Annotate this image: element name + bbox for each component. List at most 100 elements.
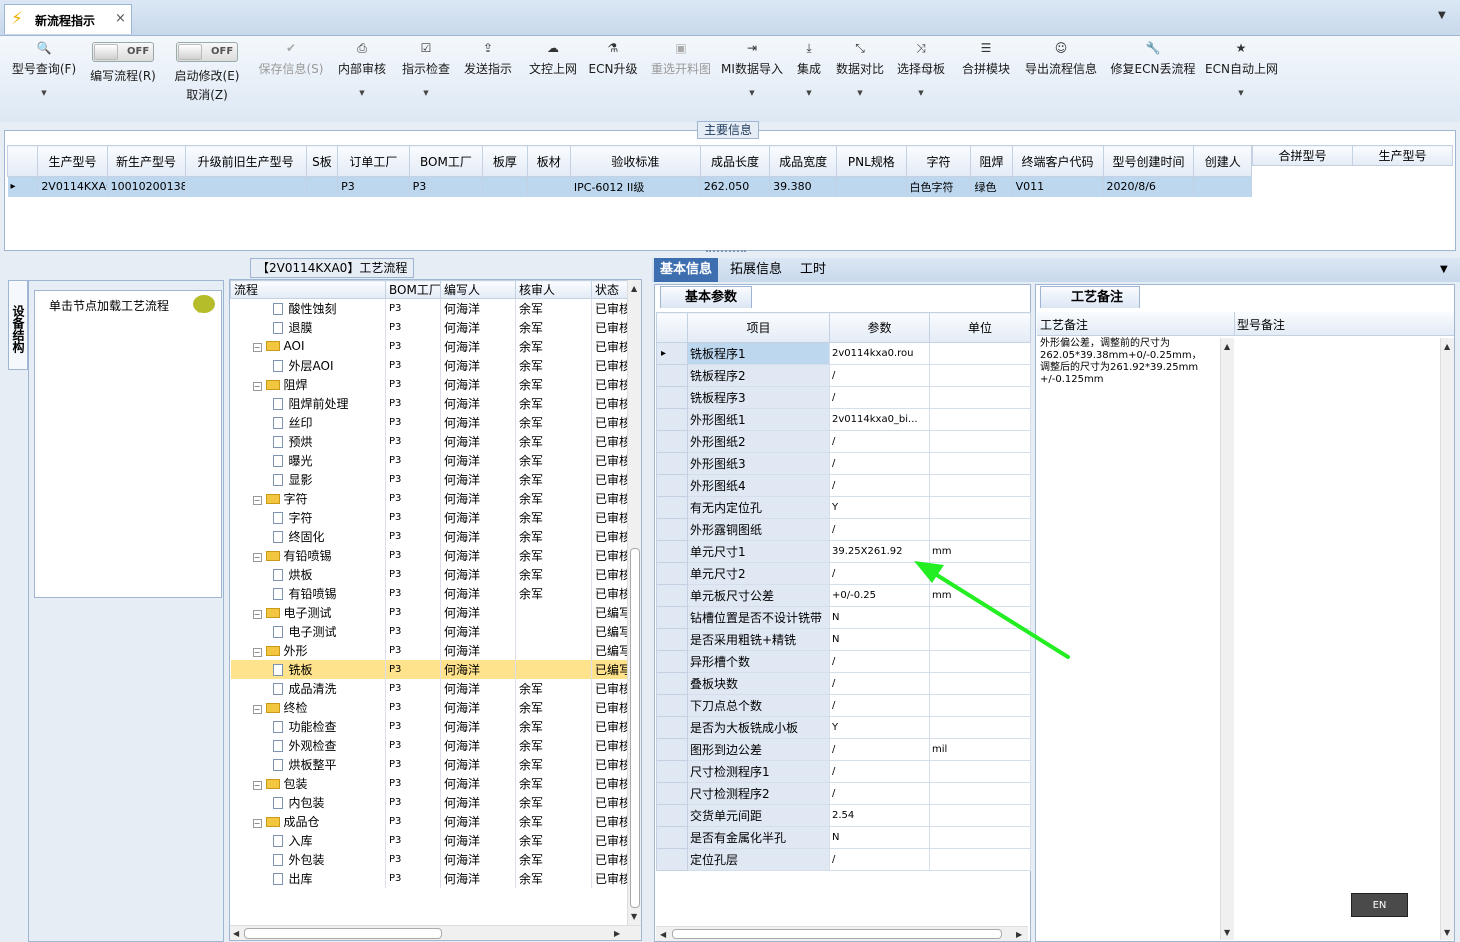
param-value[interactable]: 39.25X261.92 <box>829 540 930 563</box>
scroll-right-icon[interactable]: ▶ <box>1016 930 1022 939</box>
collapse-icon[interactable]: − <box>252 704 262 714</box>
tree-row[interactable]: 酸性蚀刻 P3 何海洋 余军 已审核 <box>230 298 631 318</box>
param-row[interactable]: 是否有金属化半孔 N <box>656 826 1031 849</box>
scroll-right-icon[interactable]: ▶ <box>614 929 620 938</box>
table-cell[interactable]: 2V0114KXA0 <box>37 176 108 197</box>
param-row[interactable]: 单元板尺寸公差 +0/-0.25 mm <box>656 584 1031 607</box>
tree-node-cell[interactable]: 曝光 <box>230 450 386 470</box>
table-row[interactable]: ▸2V0114KXA010010200138955 P3P3 IPC-6012 II… <box>7 176 1252 197</box>
param-row[interactable]: 叠板块数 / <box>656 672 1031 695</box>
param-value[interactable]: / <box>829 738 930 761</box>
tree-node-cell[interactable]: 功能检查 <box>230 716 386 736</box>
tree-node-cell[interactable]: 电子测试 <box>230 621 386 641</box>
chevron-down-icon[interactable]: ▼ <box>400 89 452 97</box>
tree-node-cell[interactable]: 预烘 <box>230 431 386 451</box>
param-value[interactable]: / <box>829 694 930 717</box>
tree-node-cell[interactable]: 退膜 <box>230 317 386 337</box>
tree-node-cell[interactable]: 丝印 <box>230 412 386 432</box>
param-row[interactable]: 异形槽个数 / <box>656 650 1031 673</box>
chevron-down-icon[interactable]: ▼ <box>833 89 887 97</box>
column-header[interactable]: 生产型号 <box>1352 145 1453 166</box>
tree-row[interactable]: 电子测试 P3 何海洋 已编写 <box>230 621 631 641</box>
tree-node-cell[interactable]: 成品清洗 <box>230 678 386 698</box>
param-value[interactable]: N <box>829 606 930 629</box>
toolbar-mother-button[interactable]: ⤨ 选择母板 ▼ <box>896 36 946 116</box>
param-value[interactable]: / <box>829 672 930 695</box>
column-header[interactable]: 参数 <box>829 312 930 343</box>
scroll-thumb[interactable] <box>630 548 640 908</box>
param-value[interactable]: / <box>829 430 930 453</box>
toggle-switch[interactable]: OFF <box>92 42 154 62</box>
tree-row[interactable]: − 包装 P3 何海洋 余军 已审核 <box>230 773 631 793</box>
column-header[interactable]: 编写人 <box>440 280 516 299</box>
tree-row[interactable]: 字符 P3 何海洋 余军 已审核 <box>230 507 631 527</box>
tree-node-cell[interactable]: 字符 <box>230 507 386 527</box>
param-value[interactable]: 2v0114kxa0_bi... <box>829 408 930 431</box>
column-header[interactable]: BOM工厂 <box>385 280 441 299</box>
tab-basic-params[interactable]: 基本参数 <box>660 286 753 308</box>
param-value[interactable]: N <box>829 628 930 651</box>
toolbar-send-button[interactable]: ⇪ 发送指示 <box>462 36 514 116</box>
collapse-icon[interactable]: − <box>252 818 262 828</box>
tree-row[interactable]: 阻焊前处理 P3 何海洋 余军 已审核 <box>230 393 631 413</box>
table-cell[interactable]: 绿色 <box>970 176 1013 197</box>
param-value[interactable]: / <box>829 452 930 475</box>
tree-row[interactable]: − 电子测试 P3 何海洋 已编写 <box>230 602 631 622</box>
tree-node-cell[interactable]: 外观检查 <box>230 735 386 755</box>
column-header[interactable]: 项目 <box>687 312 830 343</box>
table-cell[interactable]: IPC-6012 II级 <box>570 176 701 197</box>
tab-menu-dropdown-icon[interactable]: ▼ <box>1440 264 1448 275</box>
tab-menu-dropdown-icon[interactable]: ▼ <box>1438 10 1446 21</box>
toolbar-ecn-button[interactable]: ⚗ ECN升级 <box>588 36 638 116</box>
table-cell[interactable]: 262.050 <box>700 176 771 197</box>
tree-row[interactable]: 烘板 P3 何海洋 余军 已审核 <box>230 564 631 584</box>
scroll-down-icon[interactable]: ▼ <box>1444 928 1450 937</box>
column-header[interactable]: 成品宽度 <box>769 145 838 177</box>
collapse-icon[interactable]: − <box>252 495 262 505</box>
tree-row[interactable]: 成品清洗 P3 何海洋 余军 已审核 <box>230 678 631 698</box>
tree-row[interactable]: 外观检查 P3 何海洋 余军 已审核 <box>230 735 631 755</box>
param-row[interactable]: 尺寸检测程序1/ <box>656 760 1031 783</box>
param-row[interactable]: 单元尺寸1 39.25X261.92 mm <box>656 540 1031 563</box>
tab-extended[interactable]: 拓展信息 <box>724 258 788 282</box>
tree-node-cell[interactable]: 烘板整平 <box>230 754 386 774</box>
chevron-down-icon[interactable]: ▼ <box>338 89 386 97</box>
tree-row[interactable]: − 阻焊 P3 何海洋 余军 已审核 <box>230 374 631 394</box>
chevron-down-icon[interactable]: ▼ <box>795 89 823 97</box>
tree-node-cell[interactable]: 酸性蚀刻 <box>230 298 386 318</box>
note-scrollbar[interactable]: ▲ ▼ <box>1220 338 1234 940</box>
param-row[interactable]: 交货单元间距 2.54 <box>656 804 1031 827</box>
param-value[interactable]: Y <box>829 716 930 739</box>
param-value[interactable]: Y <box>829 496 930 519</box>
toolbar-merge-button[interactable]: ☰ 合拼模块 <box>960 36 1012 116</box>
table-cell[interactable] <box>836 176 907 197</box>
table-cell[interactable] <box>1193 176 1252 197</box>
tree-row[interactable]: − 字符 P3 何海洋 余军 已审核 <box>230 488 631 508</box>
scroll-down-icon[interactable]: ▼ <box>1224 928 1230 937</box>
param-value[interactable]: 2.54 <box>829 804 930 827</box>
column-header[interactable]: 流程 <box>230 280 386 299</box>
splitter-handle[interactable] <box>706 250 746 256</box>
process-note-text[interactable]: 外形偏公差，调整前的尺寸为262.05*39.38mm+0/-0.25mm，调整… <box>1040 338 1210 386</box>
tree-row[interactable]: − 有铅喷锡 P3 何海洋 余军 已审核 <box>230 545 631 565</box>
table-cell[interactable]: V011 <box>1012 176 1104 197</box>
column-header[interactable]: 升级前旧生产型号 <box>184 145 307 177</box>
collapse-icon[interactable]: − <box>252 780 262 790</box>
column-header[interactable]: 单位 <box>929 312 1031 343</box>
tree-node-cell[interactable]: 外层AOI <box>230 355 386 375</box>
chevron-down-icon[interactable]: ▼ <box>896 89 946 97</box>
tree-node-cell[interactable]: − 终检 <box>230 697 386 717</box>
column-header[interactable]: 阻焊 <box>970 145 1013 177</box>
tree-row[interactable]: 退膜 P3 何海洋 余军 已审核 <box>230 317 631 337</box>
toolbar-write-button[interactable]: OFF 编写流程(R) <box>88 36 158 116</box>
tree-row[interactable]: 外包装 P3 何海洋 余军 已审核 <box>230 849 631 869</box>
tree-node-cell[interactable]: 内包装 <box>230 792 386 812</box>
toolbar-internal-button[interactable]: ⎙ 内部审核 ▼ <box>338 36 386 116</box>
collapse-icon[interactable]: − <box>252 609 262 619</box>
ime-indicator[interactable]: EN <box>1351 893 1408 917</box>
column-header[interactable]: 订单工厂 <box>337 145 410 177</box>
table-cell[interactable] <box>306 176 339 197</box>
tree-row[interactable]: 曝光 P3 何海洋 余军 已审核 <box>230 450 631 470</box>
tree-node-cell[interactable]: 有铅喷锡 <box>230 583 386 603</box>
toolbar-export-button[interactable]: ☺ 导出流程信息 <box>1022 36 1100 116</box>
